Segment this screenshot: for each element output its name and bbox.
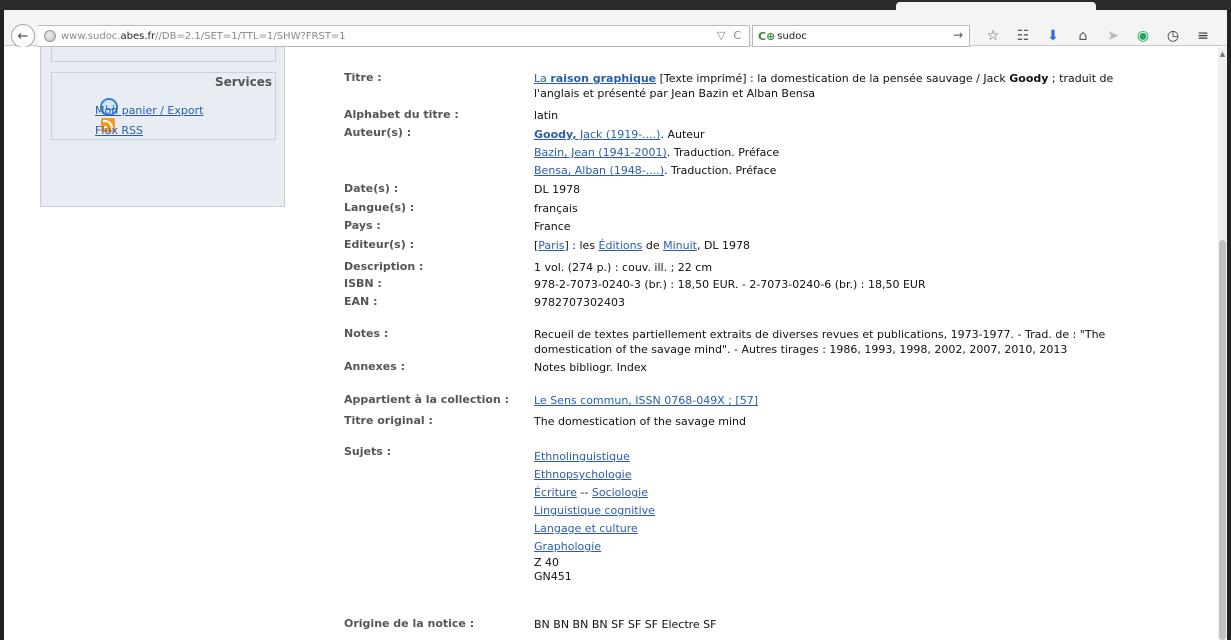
search-engine-icon[interactable]: C⊕ <box>758 30 775 43</box>
services-title: Services <box>214 75 272 89</box>
sidebar-panel-top <box>51 47 276 62</box>
title-link[interactable]: La raison graphique <box>534 72 656 85</box>
browser-toolbar: ← www.sudoc.abes.fr//DB=2.1/SET=1/TTL=1/… <box>0 10 1231 48</box>
window-border-right <box>1227 10 1231 640</box>
subject-link[interactable]: Ethnolinguistique <box>534 450 630 463</box>
url-text: www.sudoc.abes.fr//DB=2.1/SET=1/TTL=1/SH… <box>61 30 346 42</box>
basket-export-link[interactable]: Mon panier / Export <box>95 104 203 117</box>
services-sidebar: Services Mon panier / Export Flux RSS <box>40 47 285 207</box>
back-button[interactable]: ← <box>11 24 35 48</box>
scroll-up-icon[interactable]: ▲ <box>1219 50 1226 58</box>
subject-code: Z 40 <box>534 556 560 569</box>
tab-strip <box>0 0 1231 12</box>
dropdown-icon[interactable]: ▽ <box>717 29 725 42</box>
author-link[interactable]: Bensa, Alban (1948-....) <box>534 164 664 177</box>
bookmarks-list-icon[interactable]: ☷ <box>1008 28 1038 44</box>
author-link[interactable]: Bazin, Jean (1941-2001) <box>534 146 667 159</box>
author-link[interactable]: Goody, Jack (1919-....) <box>534 128 660 141</box>
field-label: Titre : <box>344 71 382 84</box>
subjects-list: Ethnolinguistique Ethnopsychologie Écrit… <box>534 448 1194 584</box>
reload-icon[interactable]: C <box>733 29 741 42</box>
subject-code: GN451 <box>534 570 572 583</box>
page-content: Services Mon panier / Export Flux RSS Ti… <box>4 47 1223 640</box>
publisher-name-link[interactable]: Minuit <box>663 239 697 252</box>
subject-link[interactable]: Écriture <box>534 486 577 499</box>
scrollbar-thumb[interactable] <box>1219 240 1226 640</box>
search-bar[interactable]: C⊕ sudoc → <box>752 25 970 47</box>
subject-link[interactable]: Linguistique cognitive <box>534 504 655 517</box>
search-go-icon[interactable]: → <box>953 28 963 42</box>
bookmark-star-icon[interactable]: ☆ <box>978 28 1008 44</box>
authors-list: Goody, Jack (1919-....). Auteur Bazin, J… <box>534 128 780 177</box>
address-bar[interactable]: www.sudoc.abes.fr//DB=2.1/SET=1/TTL=1/SH… <box>38 25 750 47</box>
field-value: La raison graphique [Texte imprimé] : la… <box>534 72 1114 100</box>
clock-icon[interactable]: ◷ <box>1158 28 1188 44</box>
publisher-editions-link[interactable]: Éditions <box>599 239 643 252</box>
rss-feed-link[interactable]: Flux RSS <box>95 124 143 137</box>
url-controls: ▽ C <box>717 29 741 42</box>
subject-link[interactable]: Sociologie <box>592 486 648 499</box>
subject-link[interactable]: Graphologie <box>534 540 601 553</box>
download-icon[interactable]: ⬇ <box>1038 28 1068 44</box>
search-input[interactable]: sudoc <box>777 31 807 42</box>
toolbar-icons: ☆ ☷ ⬇ ⌂ ➤ ◉ ◷ ≡ <box>978 25 1218 47</box>
extension-icon[interactable]: ◉ <box>1128 28 1158 44</box>
subject-link[interactable]: Langage et culture <box>534 522 638 535</box>
send-icon[interactable]: ➤ <box>1098 28 1128 44</box>
subject-link[interactable]: Ethnopsychologie <box>534 468 632 481</box>
menu-icon[interactable]: ≡ <box>1188 28 1218 44</box>
home-icon[interactable]: ⌂ <box>1068 28 1098 44</box>
collection-link[interactable]: Le Sens commun, ISSN 0768-049X ; [57] <box>534 394 758 407</box>
globe-icon <box>44 30 56 42</box>
publisher-place-link[interactable]: Paris <box>538 239 564 252</box>
